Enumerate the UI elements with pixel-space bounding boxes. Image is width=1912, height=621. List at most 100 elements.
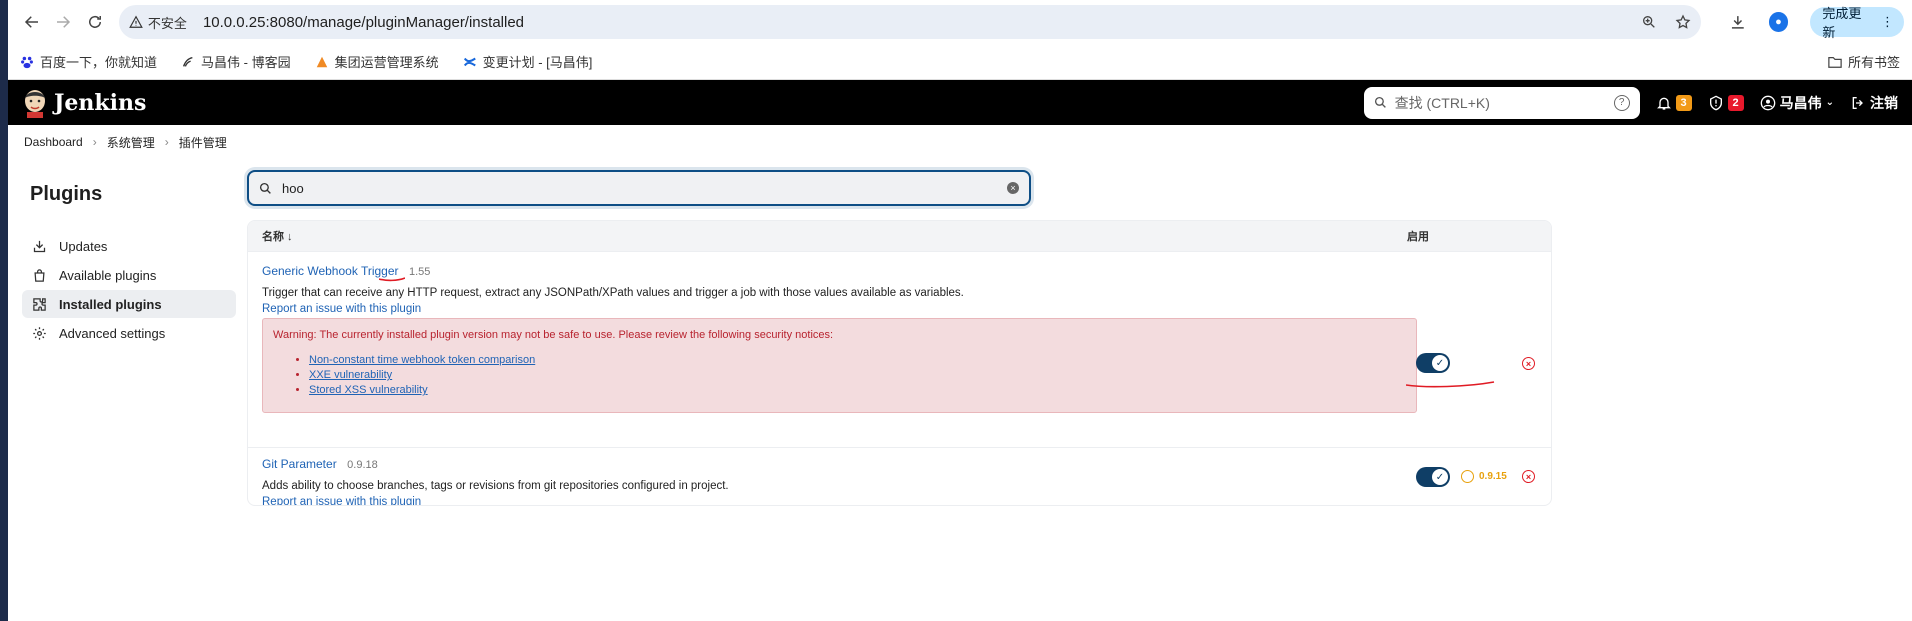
plugins-content: hoo × 名称 ↓ 启用 Generic Webhook Trigger 1.… xyxy=(247,159,1552,506)
confluence-icon xyxy=(463,57,476,66)
all-bookmarks[interactable]: 所有书签 xyxy=(1828,52,1900,71)
bookmark-item[interactable]: 百度一下，你就知道 xyxy=(20,52,157,71)
jenkins-title: Jenkins xyxy=(54,89,147,116)
plugin-search-input[interactable]: hoo × xyxy=(247,170,1031,206)
notice-link[interactable]: XXE vulnerability xyxy=(309,369,392,381)
notice-link[interactable]: Stored XSS vulnerability xyxy=(309,384,428,396)
address-bar[interactable]: 不安全 10.0.0.25:8080/manage/pluginManager/… xyxy=(118,5,1701,39)
sidebar-item-installed[interactable]: Installed plugins xyxy=(22,290,236,318)
bookmark-star-icon[interactable] xyxy=(1675,14,1691,30)
sidebar-item-available[interactable]: Available plugins xyxy=(22,261,236,289)
logout-button[interactable]: 注销 xyxy=(1850,93,1898,113)
notifications-button[interactable]: 3 xyxy=(1656,94,1692,111)
bookmarks-bar: 百度一下，你就知道 马昌伟 - 博客园 集团运营管理系统 变更计划 - [马昌伟… xyxy=(8,44,1912,80)
clear-search-icon[interactable]: × xyxy=(1007,182,1019,194)
notice-link[interactable]: Non-constant time webhook token comparis… xyxy=(309,354,535,366)
bookmark-item[interactable]: 马昌伟 - 博客园 xyxy=(181,52,291,71)
more-menu-icon: ⋮ xyxy=(1881,14,1895,29)
search-icon xyxy=(259,182,271,194)
report-issue-link[interactable]: Report an issue with this plugin xyxy=(262,496,1537,505)
sidebar-item-label: Updates xyxy=(59,238,108,254)
gear-icon xyxy=(33,326,46,340)
breadcrumb-plugin-manager[interactable]: 插件管理 xyxy=(179,134,227,151)
plugin-description: Adds ability to choose branches, tags or… xyxy=(262,480,729,492)
shield-icon xyxy=(1709,95,1722,110)
back-icon[interactable] xyxy=(16,6,48,38)
download-icon[interactable] xyxy=(1729,13,1747,31)
reload-icon[interactable] xyxy=(79,6,111,38)
logout-label: 注销 xyxy=(1870,94,1898,111)
list-item: Stored XSS vulnerability xyxy=(309,384,1406,396)
search-value: hoo xyxy=(282,180,304,196)
downgrade-button[interactable]: 0.9.15 xyxy=(1461,470,1507,483)
enable-toggle[interactable]: ✓ xyxy=(1416,353,1450,373)
downgrade-icon xyxy=(1461,470,1474,483)
security-button[interactable]: 2 xyxy=(1708,94,1744,111)
search-icon xyxy=(1374,96,1386,108)
sidebar-item-updates[interactable]: Updates xyxy=(22,232,236,260)
plugin-description: Trigger that can receive any HTTP reques… xyxy=(262,287,964,299)
uninstall-icon[interactable]: × xyxy=(1522,357,1535,370)
breadcrumb-dashboard[interactable]: Dashboard xyxy=(24,135,83,149)
bookmark-label: 集团运营管理系统 xyxy=(334,55,439,70)
all-bookmarks-label: 所有书签 xyxy=(1847,55,1900,70)
insecure-indicator[interactable]: 不安全 xyxy=(129,13,197,32)
breadcrumb: Dashboard › 系统管理 › 插件管理 xyxy=(8,125,1912,159)
bookmark-label: 百度一下，你就知道 xyxy=(40,55,158,70)
warning-icon xyxy=(129,15,143,28)
table-header: 名称 ↓ 启用 xyxy=(248,221,1551,251)
jenkins-search[interactable]: 查找 (CTRL+K) ? xyxy=(1363,86,1640,119)
baidu-paw-icon xyxy=(21,56,33,68)
url-text[interactable]: 10.0.0.25:8080/manage/pluginManager/inst… xyxy=(203,14,524,31)
chevron-right-icon: › xyxy=(164,135,169,149)
jenkins-butler-icon xyxy=(25,89,45,118)
breadcrumb-manage[interactable]: 系统管理 xyxy=(107,134,155,151)
annotation-underline xyxy=(1406,381,1495,388)
check-icon: ✓ xyxy=(1432,469,1448,485)
forward-icon[interactable] xyxy=(48,6,80,38)
update-button[interactable]: 完成更新 ⋮ xyxy=(1810,6,1905,40)
sidebar-item-label: Available plugins xyxy=(59,267,157,283)
desktop-edge xyxy=(0,0,8,621)
plugin-version: 1.55 xyxy=(408,266,431,278)
notifications-badge: 3 xyxy=(1675,94,1692,111)
zoom-icon[interactable] xyxy=(1641,14,1657,30)
uninstall-icon[interactable]: × xyxy=(1522,470,1535,483)
column-name-header[interactable]: 名称 ↓ xyxy=(262,228,293,244)
downgrade-version: 0.9.15 xyxy=(1479,471,1507,482)
plugin-version: 0.9.18 xyxy=(347,459,378,471)
annotation-underline xyxy=(379,277,405,282)
plugins-table: 名称 ↓ 启用 Generic Webhook Trigger 1.55 Tri… xyxy=(247,220,1552,506)
sidebar-item-label: Advanced settings xyxy=(59,325,166,341)
browser-window: 不安全 10.0.0.25:8080/manage/pluginManager/… xyxy=(8,0,1912,621)
user-icon xyxy=(1760,95,1775,110)
main-area: Plugins Updates Available plugins Instal… xyxy=(8,159,1912,576)
bookmark-item[interactable]: 变更计划 - [马昌伟] xyxy=(463,52,593,71)
chevron-right-icon: › xyxy=(92,135,97,149)
plugin-name-link[interactable]: Git Parameter xyxy=(262,457,337,471)
enable-toggle[interactable]: ✓ xyxy=(1416,467,1450,487)
user-menu[interactable]: 马昌伟 ⌄ xyxy=(1760,93,1834,113)
table-row: Generic Webhook Trigger 1.55 Trigger tha… xyxy=(248,251,1551,447)
list-item: XXE vulnerability xyxy=(309,369,1406,381)
jenkins-logo[interactable]: Jenkins xyxy=(22,88,146,118)
security-warning: Warning: The currently installed plugin … xyxy=(262,318,1417,413)
help-icon[interactable]: ? xyxy=(1613,94,1630,111)
cnblogs-icon xyxy=(182,56,193,67)
report-issue-link[interactable]: Report an issue with this plugin xyxy=(262,303,1537,315)
sidebar-item-advanced[interactable]: Advanced settings xyxy=(22,319,236,347)
security-badge: 2 xyxy=(1727,94,1744,111)
ops-system-icon xyxy=(316,56,327,67)
bookmark-item[interactable]: 集团运营管理系统 xyxy=(315,52,439,71)
bookmark-label: 变更计划 - [马昌伟] xyxy=(482,55,593,70)
table-row: Git Parameter 0.9.18 Adds ability to cho… xyxy=(248,447,1551,505)
update-label: 完成更新 xyxy=(1822,6,1862,40)
puzzle-icon xyxy=(33,297,46,311)
sidebar: Plugins Updates Available plugins Instal… xyxy=(22,165,236,348)
chevron-down-icon: ⌄ xyxy=(1825,97,1834,108)
list-item: Non-constant time webhook token comparis… xyxy=(309,354,1406,366)
column-enabled-header: 启用 xyxy=(1407,231,1429,243)
insecure-label: 不安全 xyxy=(147,15,187,31)
profile-avatar-icon[interactable]: ● xyxy=(1768,12,1789,32)
bell-icon xyxy=(1656,97,1671,110)
